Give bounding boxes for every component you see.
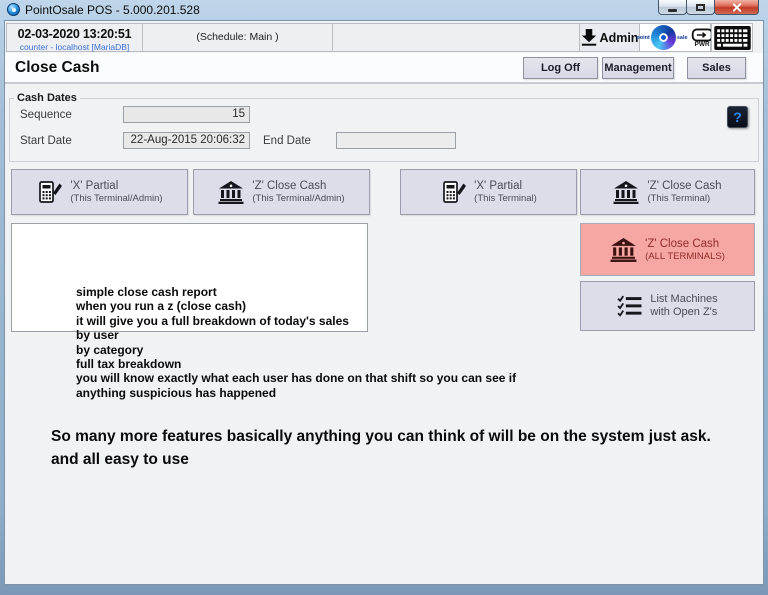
button-sublabel: (This Terminal) [474,193,537,204]
logo-text-right: sale [677,35,688,41]
sales-button[interactable]: Sales [687,57,746,79]
button-label: 'Z' Close Cash [645,238,725,250]
calculator-pencil-icon [36,179,62,205]
z-close-cash-terminal-button[interactable]: 'Z' Close Cash (This Terminal) [580,169,755,215]
note-line: full tax breakdown [76,357,516,371]
help-button[interactable]: ? [727,106,748,128]
note-line: by user [76,328,516,342]
keyboard-button[interactable] [711,23,753,52]
note-line: you will know exactly what each user has… [76,371,516,385]
current-datetime: 02-03-2020 13:20:51 [7,27,142,41]
z-close-cash-admin-button[interactable]: 'Z' Close Cash (This Terminal/Admin) [193,169,370,215]
close-button[interactable] [714,0,759,15]
cash-dates-groupbox [9,98,759,162]
list-machines-button[interactable]: List Machines with Open Z's [580,281,755,331]
log-off-button[interactable]: Log Off [523,57,598,79]
button-sublabel: (This Terminal/Admin) [70,193,162,204]
footer-note: So many more features basically anything… [51,425,711,471]
page-header: Close Cash Log Off Management Sales [5,53,763,84]
keyboard-icon [714,26,751,50]
close-icon [731,2,742,13]
download-arrow-icon [581,29,597,46]
logo-text-left: point [636,35,649,41]
bank-icon [218,181,244,204]
button-label: 'X' Partial [70,180,162,192]
z-close-cash-all-terminals-button[interactable]: 'Z' Close Cash (ALL TERMINALS) [580,223,755,276]
button-sublabel: (This Terminal/Admin) [252,193,344,204]
calculator-pencil-icon [440,179,466,205]
button-label: 'X' Partial [474,180,537,192]
window-controls [659,0,759,15]
maximize-button[interactable] [686,0,715,15]
title-bar[interactable]: PointOsale POS - 5.000.201.528 [0,0,768,20]
note-line: simple close cash report [76,285,516,299]
footer-line: and all easy to use [51,448,711,471]
minimize-icon [668,9,677,12]
cash-dates-label: Cash Dates [14,92,80,104]
pwr-label: PWR [695,41,710,48]
brand-panel: point sale PWR [639,23,711,52]
app-window: PointOsale POS - 5.000.201.528 02-03-202… [0,0,768,595]
button-sublabel: (This Terminal) [647,193,721,204]
bank-icon [610,238,637,262]
start-date-label: Start Date [20,135,72,147]
button-label: 'Z' Close Cash [252,180,344,192]
note-line: when you run a z (close cash) [76,299,516,313]
admin-label: Admin [600,31,639,45]
start-date-field[interactable]: 22-Aug-2015 20:06:32 [123,132,250,149]
app-logo-icon [7,3,20,16]
pointosale-logo-icon [651,25,676,50]
button-label: 'Z' Close Cash [647,180,721,192]
bank-icon [613,181,639,204]
window-title: PointOsale POS - 5.000.201.528 [25,3,200,17]
end-date-label: End Date [263,135,311,147]
note-line: anything suspicious has happened [76,386,516,400]
sequence-label: Sequence [20,109,72,121]
admin-button[interactable]: Admin [579,23,640,52]
checklist-icon [617,294,642,319]
end-date-field[interactable] [336,132,456,149]
datetime-panel[interactable]: 02-03-2020 13:20:51 counter - localhost … [6,23,143,52]
pointosale-logo: point sale [636,25,687,50]
button-sublabel: with Open Z's [650,306,717,319]
minimize-button[interactable] [658,0,687,15]
page-title: Close Cash [15,59,99,77]
x-partial-terminal-button[interactable]: 'X' Partial (This Terminal) [400,169,577,215]
footer-line: So many more features basically anything… [51,425,711,448]
sequence-field[interactable]: 15 [123,106,250,123]
x-partial-admin-button[interactable]: 'X' Partial (This Terminal/Admin) [11,169,188,215]
client-area: 02-03-2020 13:20:51 counter - localhost … [4,20,764,585]
button-sublabel: (ALL TERMINALS) [645,251,725,262]
note-line: it will give you a full breakdown of tod… [76,314,516,328]
notes-text: simple close cash report when you run a … [76,285,516,400]
management-button[interactable]: Management [602,57,674,79]
header-spacer [332,23,580,52]
button-label: List Machines [650,293,717,306]
note-line: by category [76,343,516,357]
connection-info: counter - localhost [MariaDB] [7,42,142,52]
schedule-panel: (Schedule: Main ) [142,23,333,52]
maximize-icon [696,4,705,11]
